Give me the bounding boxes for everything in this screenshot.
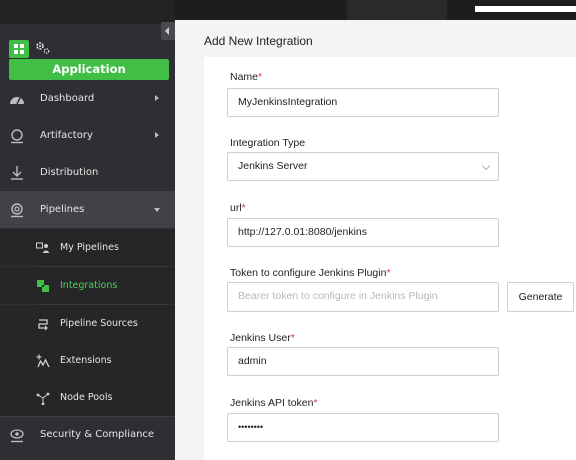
chevron-down-icon (481, 161, 491, 171)
url-label: url* (230, 202, 246, 214)
my-pipelines-icon (36, 242, 50, 254)
top-bar (175, 0, 576, 20)
required-mark: * (313, 397, 318, 409)
sidebar-subitem-label: My Pipelines (60, 242, 119, 253)
jenkins-api-token-label: Jenkins API token* (230, 397, 318, 409)
sidebar-subitem-label: Pipeline Sources (60, 318, 138, 329)
sidebar-item-label: Artifactory (40, 130, 93, 141)
sidebar-item-dashboard[interactable]: Dashboard (0, 80, 175, 117)
top-bar-highlight (475, 6, 576, 12)
generate-button[interactable]: Generate (507, 282, 574, 312)
name-label-text: Name (230, 71, 259, 83)
distribution-icon (8, 165, 26, 181)
integration-form: Name* MyJenkinsIntegration Integration T… (204, 57, 576, 460)
chevron-right-icon (155, 95, 159, 101)
pipeline-sources-icon (36, 317, 50, 331)
jenkins-user-label: Jenkins User* (230, 332, 295, 344)
sidebar-item-label: Distribution (40, 167, 99, 178)
sidebar-subitem-node-pools[interactable]: Node Pools (0, 379, 175, 416)
artifactory-icon (8, 128, 26, 144)
chevron-down-icon (154, 208, 160, 212)
required-mark: * (386, 267, 391, 279)
required-mark: * (290, 332, 295, 344)
url-label-text: url (230, 202, 242, 214)
integration-type-select[interactable]: Jenkins Server (227, 152, 499, 181)
node-pools-icon (36, 391, 50, 405)
sidebar-item-label: Dashboard (40, 93, 95, 104)
sidebar-subitem-my-pipelines[interactable]: My Pipelines (0, 229, 175, 266)
pipelines-icon (8, 202, 26, 218)
sidebar-subitem-label: Extensions (60, 355, 112, 366)
url-input[interactable]: http://127.0.01:8080/jenkins (227, 218, 499, 247)
sidebar-item-artifactory[interactable]: Artifactory (0, 117, 175, 154)
token-label-text: Token to configure Jenkins Plugin (230, 267, 387, 279)
sidebar-subitem-extensions[interactable]: Extensions (0, 342, 175, 379)
jenkins-user-label-text: Jenkins User (230, 332, 291, 344)
sidebar-item-label: Security & Compliance (40, 429, 155, 440)
required-mark: * (241, 202, 246, 214)
sidebar-subitem-integrations[interactable]: Integrations (0, 267, 175, 304)
sidebar-subitem-label: Node Pools (60, 392, 113, 403)
sidebar-subitem-pipeline-sources[interactable]: Pipeline Sources (0, 305, 175, 342)
sidebar: Application Dashboard Artifactory Distri… (0, 0, 175, 460)
chevron-right-icon (155, 132, 159, 138)
application-grid-icon[interactable] (9, 40, 29, 58)
integrations-icon (36, 279, 50, 293)
gauge-icon (8, 93, 26, 105)
sidebar-item-distribution[interactable]: Distribution (0, 154, 175, 191)
name-label: Name* (230, 71, 262, 83)
sidebar-subitem-label: Integrations (60, 280, 118, 291)
sidebar-item-security-compliance[interactable]: Security & Compliance (0, 416, 175, 453)
sidebar-item-pipelines[interactable]: Pipelines (0, 191, 175, 228)
security-icon (8, 427, 26, 443)
token-input[interactable]: Bearer token to configure in Jenkins Plu… (227, 282, 499, 312)
jenkins-api-token-input[interactable]: •••••••• (227, 413, 499, 442)
sidebar-top-strip (0, 0, 175, 24)
collapse-sidebar-button[interactable] (161, 22, 175, 40)
sidebar-item-label: Pipelines (40, 204, 85, 215)
main-content: Add New Integration Name* MyJenkinsInteg… (175, 20, 576, 460)
name-input[interactable]: MyJenkinsIntegration (227, 88, 499, 117)
integration-type-value: Jenkins Server (238, 160, 308, 172)
module-switcher (9, 40, 52, 58)
settings-gear-icon[interactable] (34, 40, 52, 58)
jenkins-user-input[interactable]: admin (227, 347, 499, 376)
application-button[interactable]: Application (9, 59, 169, 80)
top-bar-segment (347, 0, 447, 20)
page-title: Add New Integration (204, 34, 313, 48)
token-label: Token to configure Jenkins Plugin* (230, 267, 391, 279)
extensions-icon (36, 354, 50, 368)
required-mark: * (258, 71, 263, 83)
integration-type-label: Integration Type (230, 137, 306, 149)
jenkins-api-token-label-text: Jenkins API token (230, 397, 314, 409)
